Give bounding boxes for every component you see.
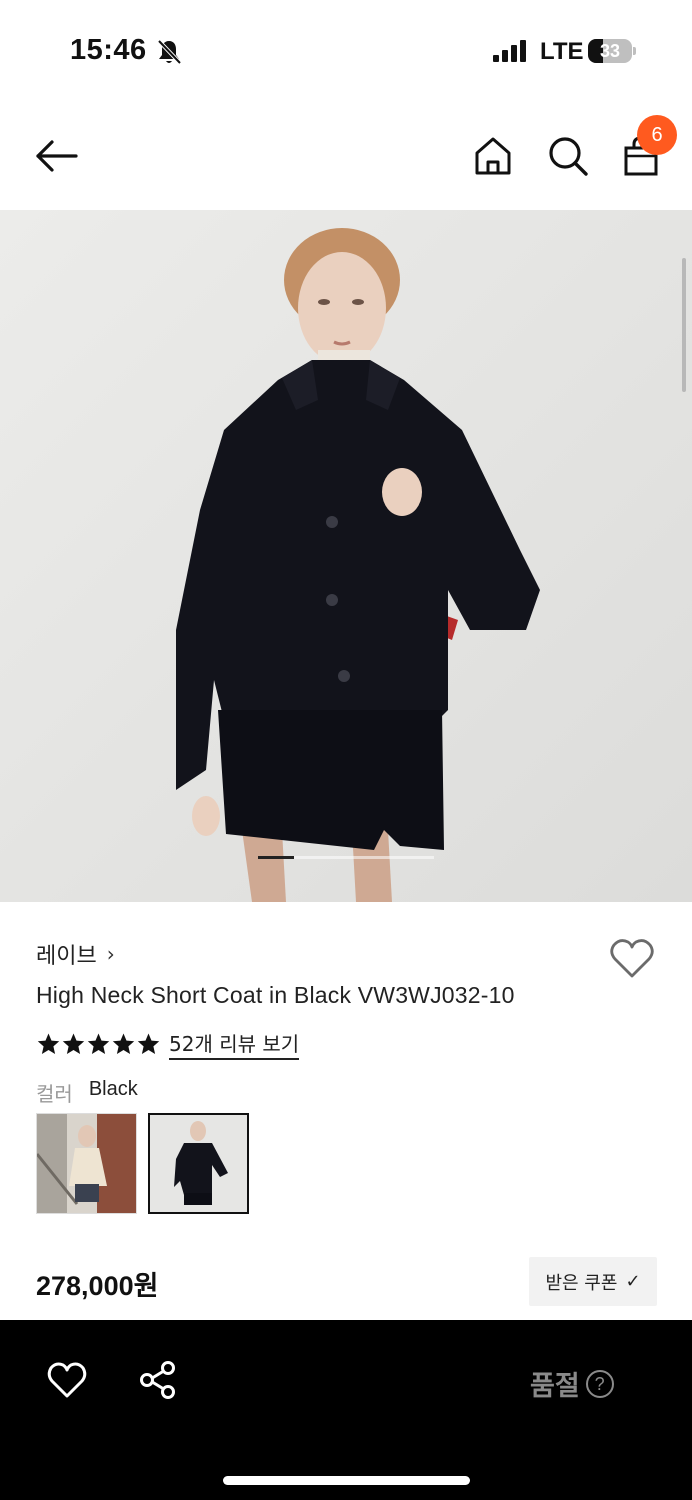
search-icon <box>549 137 588 176</box>
color-row: 컬러 Black <box>36 1078 138 1107</box>
back-button[interactable] <box>32 136 80 176</box>
received-coupon-button[interactable]: 받은 쿠폰 ✓ <box>529 1257 657 1306</box>
color-swatch-black[interactable] <box>148 1113 249 1214</box>
carousel-pager-indicator <box>258 856 294 859</box>
search-button[interactable] <box>546 134 590 178</box>
bottom-action-bar <box>0 1320 692 1500</box>
color-value: Black <box>88 1078 138 1100</box>
star-icon <box>112 1033 135 1054</box>
black-coat-swatch <box>150 1115 247 1212</box>
heart-icon <box>47 1362 87 1398</box>
battery-icon: 33 <box>588 39 636 63</box>
product-photo <box>0 210 692 902</box>
check-icon: ✓ <box>625 1271 641 1292</box>
back-arrow-icon <box>36 140 78 172</box>
status-bar: 15:46 LTE 33 <box>0 0 692 100</box>
heart-outline-icon <box>610 939 654 978</box>
wishlist-button[interactable] <box>608 936 656 980</box>
chevron-right-icon: › <box>106 942 115 966</box>
star-icon <box>62 1033 85 1054</box>
home-indicator[interactable] <box>223 1476 470 1485</box>
brand-link[interactable]: 레이브 › <box>36 938 115 970</box>
price: 278,000원 <box>36 1271 159 1301</box>
home-button[interactable] <box>472 134 514 178</box>
sold-out-label: 품절 <box>530 1371 580 1402</box>
color-swatch-cream[interactable] <box>36 1113 137 1214</box>
cart-count-badge: 6 <box>637 115 677 155</box>
rating-row: 52개 리뷰 보기 <box>36 1028 300 1060</box>
home-icon <box>475 137 511 175</box>
product-image-carousel[interactable] <box>0 210 692 902</box>
brand-name: 레이브 <box>36 944 97 969</box>
star-icon <box>87 1033 110 1054</box>
star-icon <box>137 1033 160 1054</box>
share-button[interactable] <box>138 1360 178 1400</box>
network-label: LTE <box>540 38 584 65</box>
signal-icon <box>493 40 526 62</box>
bottom-wishlist-button[interactable] <box>46 1360 88 1400</box>
help-icon[interactable]: ? <box>585 1369 614 1398</box>
status-time: 15:46 <box>70 34 147 66</box>
review-link[interactable]: 52개 리뷰 보기 <box>169 1028 300 1060</box>
product-title: High Neck Short Coat in Black VW3WJ032-1… <box>36 982 515 1008</box>
bell-slash-icon <box>157 39 182 65</box>
share-icon <box>140 1361 175 1399</box>
page-scrollbar[interactable] <box>682 258 686 392</box>
star-icon <box>37 1033 60 1054</box>
top-nav <box>0 100 692 210</box>
battery-level: 33 <box>599 41 621 61</box>
sold-out-status: 품절 ? <box>530 1364 614 1403</box>
cream-coat-swatch <box>37 1114 136 1213</box>
color-label: 컬러 <box>36 1082 73 1106</box>
coupon-label: 받은 쿠폰 <box>545 1272 618 1294</box>
